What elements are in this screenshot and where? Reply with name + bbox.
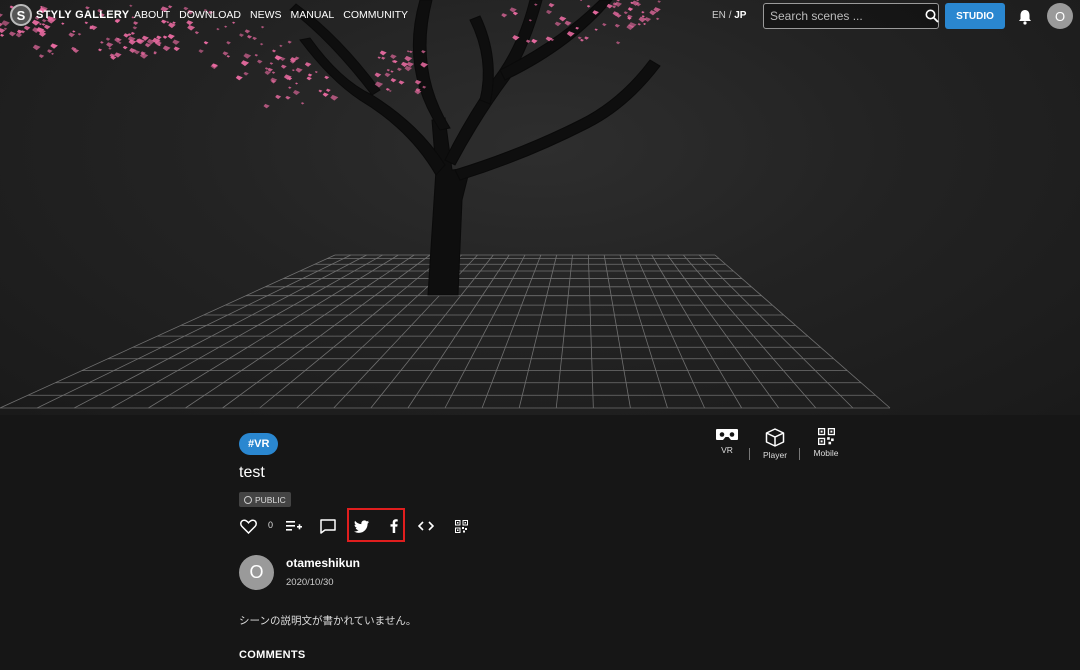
scene-description: シーンの説明文が書かれていません。 (239, 615, 417, 627)
scene-title: test (239, 464, 265, 481)
logo-text: STYLY GALLERY (36, 9, 130, 21)
top-nav: S STYLY GALLERY ABOUT DOWNLOAD NEWS MANU… (0, 0, 1080, 32)
search-input[interactable] (764, 5, 925, 27)
comment-icon[interactable] (319, 516, 337, 536)
playlist-add-icon[interactable] (285, 516, 303, 536)
mode-player[interactable]: Player (753, 428, 797, 462)
scene-tag[interactable]: #VR (239, 433, 279, 455)
studio-button[interactable]: STUDIO (945, 3, 1005, 29)
author-name[interactable]: otameshikun (286, 556, 360, 570)
vr-headset-icon (716, 429, 738, 440)
qr-code-icon[interactable] (452, 516, 470, 536)
nav-link-manual[interactable]: MANUAL (291, 9, 335, 21)
mode-mobile[interactable]: Mobile (804, 428, 848, 462)
lang-jp[interactable]: JP (734, 10, 746, 21)
share-highlight-box (347, 508, 405, 542)
publish-date: 2020/10/30 (286, 577, 334, 588)
heart-icon[interactable] (239, 516, 257, 536)
nav-link-about[interactable]: ABOUT (134, 9, 170, 21)
search-box (763, 3, 939, 29)
mode-divider (749, 448, 750, 460)
mode-vr[interactable]: VR (705, 428, 749, 462)
like-count: 0 (268, 520, 274, 530)
mode-mobile-label: Mobile (813, 448, 839, 458)
qr-code-icon (817, 428, 835, 445)
site-logo[interactable]: S STYLY GALLERY (10, 4, 129, 26)
page: S STYLY GALLERY ABOUT DOWNLOAD NEWS MANU… (0, 0, 1080, 670)
author-avatar[interactable]: O (239, 555, 274, 590)
mode-player-label: Player (762, 450, 788, 460)
cube-icon (765, 428, 785, 447)
scene-render (0, 0, 891, 409)
mode-vr-label: VR (721, 445, 733, 455)
logo-icon: S (10, 4, 32, 26)
view-mode-selector: VR Player Mobile (705, 428, 855, 464)
lang-separator: / (728, 10, 732, 21)
lang-en[interactable]: EN (712, 10, 726, 21)
nav-link-download[interactable]: DOWNLOAD (179, 9, 241, 21)
nav-link-news[interactable]: NEWS (250, 9, 282, 21)
search-icon[interactable] (925, 6, 939, 26)
user-avatar[interactable]: O (1047, 3, 1073, 29)
nav-link-community[interactable]: COMMUNITY (343, 9, 408, 21)
visibility-badge: PUBLIC (239, 492, 291, 507)
language-switcher: EN / JP (712, 10, 746, 21)
scene-viewer[interactable] (0, 0, 1080, 415)
globe-icon (244, 495, 252, 504)
mode-divider (799, 448, 800, 460)
comments-heading: COMMENTS (239, 649, 306, 661)
notification-bell-icon[interactable] (1016, 8, 1034, 26)
visibility-label: PUBLIC (255, 494, 286, 505)
nav-links: ABOUT DOWNLOAD NEWS MANUAL COMMUNITY (134, 9, 408, 21)
embed-code-icon[interactable] (417, 516, 435, 536)
